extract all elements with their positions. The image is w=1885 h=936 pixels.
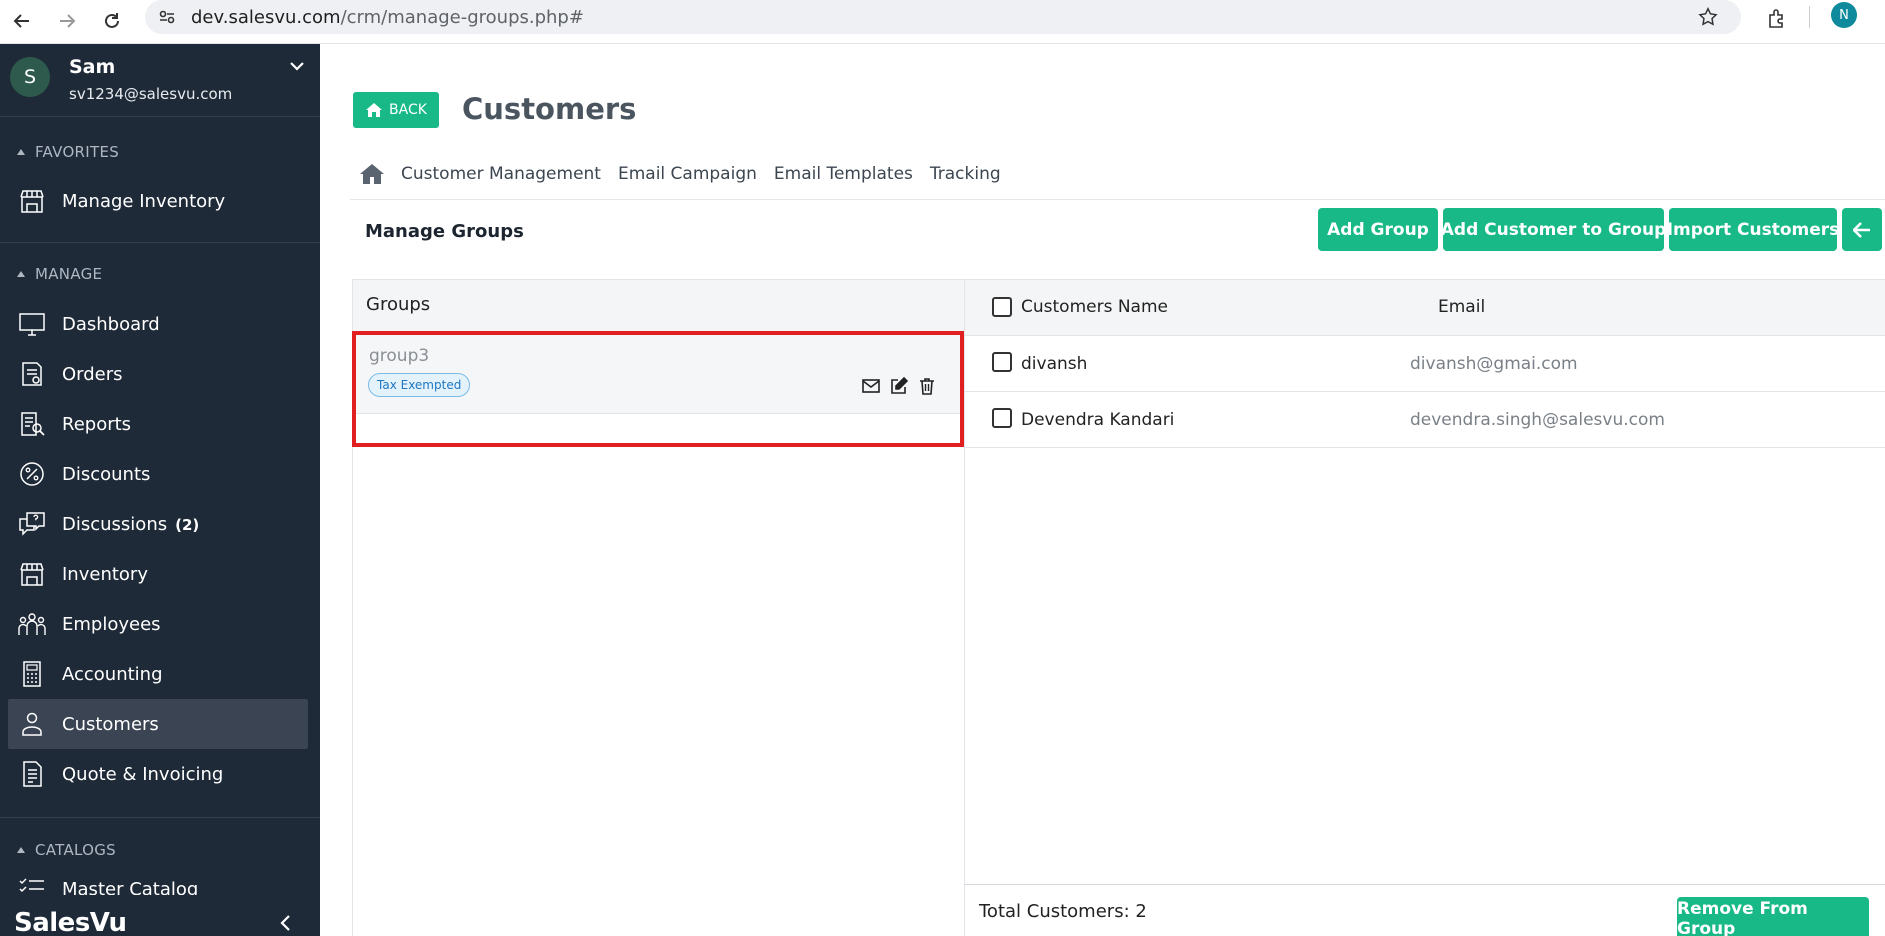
collapse-triangle-icon bbox=[17, 847, 25, 853]
user-name: Sam bbox=[69, 56, 116, 78]
collapse-sidebar-icon[interactable] bbox=[276, 913, 296, 933]
customer-name: divansh bbox=[1021, 354, 1088, 374]
sidebar-item-customers[interactable]: Customers bbox=[8, 699, 308, 749]
store-icon bbox=[20, 190, 44, 213]
add-customer-to-group-button[interactable]: Add Customer to Group bbox=[1441, 208, 1666, 251]
customers-footer: Total Customers: 2 Remove From Group bbox=[965, 884, 1885, 936]
customers-table-header: Customers Name Email bbox=[965, 280, 1885, 336]
edit-icon[interactable] bbox=[889, 376, 909, 396]
orders-icon bbox=[22, 362, 42, 386]
collapse-triangle-icon bbox=[17, 149, 25, 155]
avatar[interactable]: S bbox=[10, 57, 50, 97]
groups-panel: Groups group3 Tax Exempted bbox=[352, 279, 965, 936]
browser-toolbar: dev.salesvu.com/crm/manage-groups.php# N bbox=[0, 0, 1885, 44]
divider bbox=[350, 199, 1885, 200]
bookmark-star-icon[interactable] bbox=[1697, 6, 1719, 28]
chat-icon bbox=[19, 512, 45, 536]
row-checkbox[interactable] bbox=[992, 352, 1012, 372]
checklist-icon bbox=[19, 878, 44, 893]
column-header-email: Email bbox=[1438, 297, 1486, 317]
add-group-button[interactable]: Add Group bbox=[1318, 208, 1438, 251]
invoice-icon bbox=[23, 761, 42, 787]
select-all-checkbox[interactable] bbox=[992, 297, 1012, 317]
sidebar-item-employees[interactable]: Employees bbox=[8, 599, 308, 649]
sidebar-divider bbox=[0, 116, 320, 117]
email-icon[interactable] bbox=[861, 376, 881, 396]
sidebar-item-reports[interactable]: Reports bbox=[8, 399, 308, 449]
page-title: Customers bbox=[462, 92, 637, 126]
table-row[interactable]: Devendra Kandari devendra.singh@salesvu.… bbox=[965, 392, 1885, 448]
subnav-email-campaign[interactable]: Email Campaign bbox=[618, 164, 757, 184]
sidebar-item-manage-inventory[interactable]: Manage Inventory bbox=[8, 176, 308, 226]
back-arrow-icon[interactable] bbox=[5, 4, 39, 38]
reload-icon[interactable] bbox=[95, 4, 129, 38]
brand-logo: SalesVu bbox=[14, 908, 127, 936]
sidebar-item-quote-invoicing[interactable]: Quote & Invoicing bbox=[8, 749, 308, 799]
calculator-icon bbox=[23, 661, 41, 687]
remove-from-group-button[interactable]: Remove From Group bbox=[1677, 897, 1869, 936]
sidebar-item-inventory[interactable]: Inventory bbox=[8, 549, 308, 599]
sidebar-item-orders[interactable]: Orders bbox=[8, 349, 308, 399]
employees-icon bbox=[18, 613, 46, 635]
back-button[interactable]: BACK bbox=[353, 92, 439, 128]
groups-header: Groups bbox=[353, 280, 964, 332]
reports-icon bbox=[21, 412, 45, 436]
arrow-left-icon bbox=[1853, 221, 1870, 238]
customer-email: divansh@gmai.com bbox=[1410, 354, 1578, 374]
home-icon[interactable] bbox=[360, 163, 384, 185]
section-manage[interactable]: MANAGE bbox=[17, 265, 102, 283]
address-bar[interactable]: dev.salesvu.com/crm/manage-groups.php# bbox=[145, 0, 1741, 34]
section-title: Manage Groups bbox=[365, 221, 524, 242]
subnav-tracking[interactable]: Tracking bbox=[930, 164, 1001, 184]
discussions-count-badge: (2) bbox=[175, 515, 200, 534]
store-icon bbox=[20, 563, 44, 586]
main-content: BACK Customers Customer Management Email… bbox=[320, 44, 1885, 936]
section-catalogs[interactable]: CATALOGS bbox=[17, 841, 116, 859]
monitor-icon bbox=[19, 313, 45, 336]
table-row[interactable]: divansh divansh@gmai.com bbox=[965, 336, 1885, 392]
section-favorites[interactable]: FAVORITES bbox=[17, 143, 119, 161]
row-checkbox[interactable] bbox=[992, 408, 1012, 428]
sidebar-item-dashboard[interactable]: Dashboard bbox=[8, 299, 308, 349]
user-email: sv1234@salesvu.com bbox=[69, 85, 233, 103]
percent-icon bbox=[20, 462, 44, 486]
group-row[interactable]: group3 Tax Exempted bbox=[353, 332, 964, 414]
sidebar: S Sam sv1234@salesvu.com FAVORITES Manag… bbox=[0, 44, 320, 936]
sidebar-item-accounting[interactable]: Accounting bbox=[8, 649, 308, 699]
sub-navigation: Customer Management Email Campaign Email… bbox=[360, 162, 1001, 186]
extensions-icon[interactable] bbox=[1762, 4, 1792, 34]
home-icon bbox=[366, 103, 383, 117]
forward-arrow-icon[interactable] bbox=[50, 4, 84, 38]
subnav-email-templates[interactable]: Email Templates bbox=[774, 164, 913, 184]
sidebar-divider bbox=[0, 817, 320, 818]
column-header-name: Customers Name bbox=[1021, 297, 1168, 317]
sidebar-item-discounts[interactable]: Discounts bbox=[8, 449, 308, 499]
customer-icon bbox=[22, 712, 42, 736]
trash-icon[interactable] bbox=[917, 376, 937, 396]
collapse-triangle-icon bbox=[17, 271, 25, 277]
url-text: dev.salesvu.com/crm/manage-groups.php# bbox=[191, 7, 584, 28]
sidebar-divider bbox=[0, 242, 320, 243]
sidebar-item-master-catalog[interactable]: Master Catalog bbox=[8, 875, 308, 895]
customer-name: Devendra Kandari bbox=[1021, 410, 1175, 430]
total-customers: Total Customers: 2 bbox=[979, 901, 1147, 922]
toolbar-divider bbox=[1809, 6, 1810, 28]
site-settings-icon[interactable] bbox=[157, 7, 177, 27]
tax-exempted-badge: Tax Exempted bbox=[368, 373, 471, 397]
group-name: group3 bbox=[369, 346, 430, 366]
arrow-left-button[interactable] bbox=[1842, 208, 1882, 251]
subnav-customer-management[interactable]: Customer Management bbox=[401, 164, 601, 184]
customers-panel: Customers Name Email divansh divansh@gma… bbox=[965, 279, 1885, 936]
import-customers-button[interactable]: Import Customers bbox=[1667, 208, 1839, 251]
customer-email: devendra.singh@salesvu.com bbox=[1410, 410, 1665, 430]
sidebar-item-discussions[interactable]: Discussions (2) bbox=[8, 499, 308, 549]
chevron-down-icon[interactable] bbox=[287, 56, 307, 76]
profile-avatar[interactable]: N bbox=[1831, 2, 1857, 28]
